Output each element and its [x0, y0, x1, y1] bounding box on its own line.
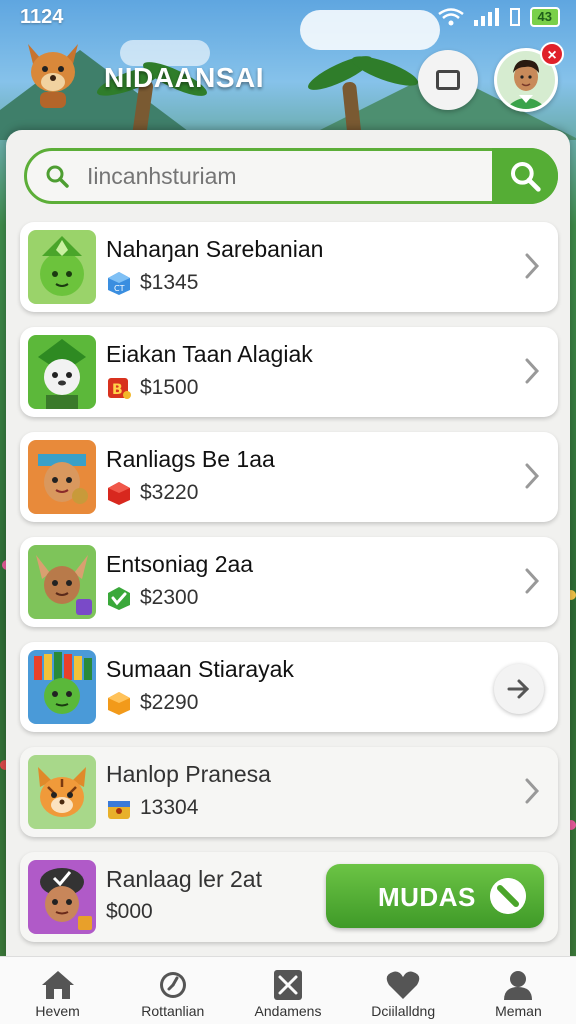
- item-name: Sumaan Stiarayak: [106, 656, 294, 682]
- svg-text:B: B: [112, 382, 123, 398]
- list-item[interactable]: Hanlop Pranesa 13304: [20, 747, 558, 837]
- feathered-warrior-thumbnail: [28, 650, 96, 724]
- search-input[interactable]: [87, 151, 487, 201]
- nav-label: Meman: [495, 1003, 542, 1019]
- item-name: Nahaŋan Sarebanian: [106, 236, 324, 262]
- helmet-girl-thumbnail: [28, 860, 96, 934]
- item-price: $2300: [140, 586, 199, 609]
- nav-item-home[interactable]: Hevem: [0, 957, 115, 1024]
- item-name: Ranliags Be 1aa: [106, 446, 275, 472]
- square-icon: [436, 70, 460, 90]
- item-price: 13304: [140, 796, 199, 819]
- orange-cube-icon: [108, 692, 130, 715]
- nav-label: Dciilalldng: [371, 1003, 436, 1019]
- gold-chest-icon: [108, 801, 130, 819]
- nav-item-favorites[interactable]: Dciilalldng: [346, 957, 461, 1024]
- profile-avatar-button[interactable]: ×: [494, 42, 564, 112]
- item-name: Ranlaag ler 2at: [106, 866, 262, 892]
- arrow-right-icon: [507, 679, 530, 699]
- item-price: $000: [106, 900, 153, 923]
- item-name: Eiakan Taan Alagiak: [106, 341, 313, 367]
- item-price-row: $3220: [106, 480, 198, 506]
- nav-label: Rottanlian: [141, 1003, 205, 1019]
- user-icon: [504, 971, 533, 1000]
- item-price-row: B $1500: [106, 375, 198, 401]
- red-badge-icon: B: [108, 378, 131, 399]
- nav-item-profile[interactable]: Meman: [461, 957, 576, 1024]
- sim-icon: [509, 8, 520, 26]
- open-item-button[interactable]: [494, 664, 544, 714]
- item-price-row: 13304: [106, 795, 198, 821]
- green-check-icon: [108, 587, 130, 610]
- notification-badge[interactable]: ×: [540, 42, 564, 66]
- app-title: NIDAANSAI: [104, 62, 265, 93]
- wifi-icon: [437, 8, 464, 26]
- tribal-girl-thumbnail: [28, 440, 96, 514]
- item-price: $2290: [140, 691, 199, 714]
- elf-character-thumbnail: [28, 545, 96, 619]
- fox-mascot-logo: [28, 44, 78, 108]
- item-price-row: $2290: [106, 690, 198, 716]
- search-bar: [24, 148, 558, 204]
- chevron-right-icon[interactable]: [524, 777, 540, 805]
- nav-item-tools[interactable]: Andamens: [230, 957, 345, 1024]
- item-price-row: $2300: [106, 585, 198, 611]
- signal-icon: [473, 8, 499, 26]
- list-item[interactable]: Eiakan Taan Alagiak B $1500: [20, 327, 558, 417]
- list-item[interactable]: Nahaŋan Sarebanian CT $1345: [20, 222, 558, 312]
- clock-icon: [159, 972, 186, 998]
- chevron-right-icon[interactable]: [524, 252, 540, 280]
- mudas-button-label: MUDAS: [378, 882, 476, 912]
- white-creature-thumbnail: [28, 335, 96, 409]
- battery-indicator: 43: [529, 7, 560, 27]
- item-price-row: $000: [106, 900, 153, 924]
- item-name: Entsoniag 2aa: [106, 551, 254, 577]
- nav-item-rotation[interactable]: Rottanlian: [115, 957, 230, 1024]
- status-icons: 43: [437, 7, 560, 27]
- status-bar: 1124 43: [0, 0, 576, 34]
- list-item[interactable]: Ranlaag ler 2at $000 MUDAS: [20, 852, 558, 942]
- item-price: $3220: [140, 481, 199, 504]
- home-icon: [41, 971, 74, 999]
- app-header: NIDAANSAI ×: [0, 34, 576, 130]
- slash-icon: [490, 878, 526, 914]
- status-time: 1124: [20, 5, 64, 28]
- tools-icon: [274, 970, 302, 1000]
- chevron-right-icon[interactable]: [524, 567, 540, 595]
- blue-cube-icon: CT: [108, 272, 130, 295]
- window-toggle-button[interactable]: [418, 50, 478, 110]
- chevron-right-icon[interactable]: [524, 462, 540, 490]
- search-submit-button[interactable]: [492, 148, 558, 204]
- item-price: $1500: [140, 376, 199, 399]
- chevron-right-icon[interactable]: [524, 357, 540, 385]
- red-cube-icon: [108, 482, 130, 505]
- search-icon: [46, 165, 69, 188]
- main-panel: Nahaŋan Sarebanian CT $1345 Eiakan Taan …: [6, 130, 570, 960]
- list-item[interactable]: Entsoniag 2aa $2300: [20, 537, 558, 627]
- mudas-button[interactable]: MUDAS: [326, 864, 544, 928]
- list-item[interactable]: Sumaan Stiarayak $2290: [20, 642, 558, 732]
- item-price: $1345: [140, 271, 199, 294]
- svg-text:CT: CT: [114, 284, 125, 293]
- search-icon: [511, 162, 541, 192]
- nav-label: Andamens: [254, 1003, 322, 1019]
- item-list: Nahaŋan Sarebanian CT $1345 Eiakan Taan …: [20, 222, 558, 957]
- bottom-navigation: Hevem Rottanlian Andamens Dciilalldng Me…: [0, 956, 576, 1024]
- nav-label: Hevem: [35, 1003, 80, 1019]
- green-warrior-thumbnail: [28, 230, 96, 304]
- list-item[interactable]: Ranliags Be 1aa $3220: [20, 432, 558, 522]
- tiger-cat-thumbnail: [28, 755, 96, 829]
- heart-icon: [386, 971, 420, 999]
- item-price-row: CT $1345: [106, 270, 198, 296]
- item-name: Hanlop Pranesa: [106, 761, 271, 787]
